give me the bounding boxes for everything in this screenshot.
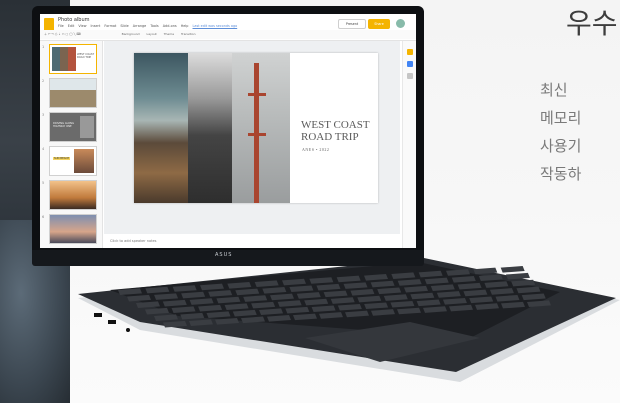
toolbar-background[interactable]: Background xyxy=(122,32,140,36)
laptop: ASUS Photo album File Edit View Insert F… xyxy=(0,0,620,403)
add-on-icon[interactable] xyxy=(407,73,413,79)
slide-canvas: WEST COAST ROAD TRIP ANES • 2022 xyxy=(104,41,400,234)
keyboard-key xyxy=(500,266,525,273)
slide-thumbnail-4[interactable]: SUN BEACH xyxy=(49,146,97,176)
slide-thumbnail-5[interactable] xyxy=(49,180,97,210)
menu-file[interactable]: File xyxy=(58,24,64,28)
thumb-number: 5 xyxy=(42,181,45,185)
thumb-number: 1 xyxy=(42,45,45,49)
menu-bar: File Edit View Insert Format Slide Arran… xyxy=(58,24,240,28)
thumb-number: 3 xyxy=(42,113,45,117)
tasks-icon[interactable] xyxy=(407,61,413,67)
side-panel-rail xyxy=(402,41,416,248)
slide-thumbnail-2[interactable] xyxy=(49,78,97,108)
speaker-notes[interactable]: Click to add speaker notes xyxy=(104,236,406,248)
toolbar-transition[interactable]: Transition xyxy=(181,32,196,36)
document-title[interactable]: Photo album xyxy=(58,17,90,23)
keyboard-key xyxy=(505,272,530,280)
thumb-number: 2 xyxy=(42,79,45,83)
photo-hiker xyxy=(188,53,232,203)
thumb-number: 6 xyxy=(42,215,45,219)
menu-slide[interactable]: Slide xyxy=(120,24,128,28)
slide-thumbnail-3[interactable]: DRIVING ALONG HIGHWAY ONE xyxy=(49,112,97,142)
toolbar: ＋ ↶ ↷ ⎙ ⇣ ▭ ▢ ◯ ╲ ⌨ Background Layout Th… xyxy=(40,30,416,39)
toolbar-icons[interactable]: ＋ ↶ ↷ ⎙ ⇣ ▭ ▢ ◯ ╲ ⌨ xyxy=(44,32,81,36)
photo-bridge xyxy=(232,53,290,203)
toolbar-theme[interactable]: Theme xyxy=(164,32,174,36)
menu-arrange[interactable]: Arrange xyxy=(133,24,147,28)
menu-insert[interactable]: Insert xyxy=(91,24,101,28)
slide-thumbnail-6[interactable] xyxy=(49,214,97,244)
thumb-number: 4 xyxy=(42,147,45,151)
avatar[interactable] xyxy=(396,19,405,28)
slide-title: WEST COAST ROAD TRIP xyxy=(301,119,370,143)
menu-tools[interactable]: Tools xyxy=(150,24,158,28)
last-edit-link[interactable]: Last edit was seconds ago xyxy=(193,24,238,28)
toolbar-layout[interactable]: Layout xyxy=(147,32,157,36)
menu-format[interactable]: Format xyxy=(104,24,116,28)
slide-filmstrip: 1 WEST COAST ROAD TRIP 2 3 DRIVING ALONG… xyxy=(40,41,103,248)
brand-logo: ASUS xyxy=(215,252,233,258)
share-button[interactable]: Share xyxy=(368,19,390,29)
photo-coast xyxy=(134,53,188,203)
laptop-display: Photo album File Edit View Insert Format… xyxy=(40,14,416,248)
menu-addons[interactable]: Add-ons xyxy=(163,24,177,28)
menu-view[interactable]: View xyxy=(78,24,86,28)
menu-edit[interactable]: Edit xyxy=(68,24,75,28)
slide[interactable]: WEST COAST ROAD TRIP ANES • 2022 xyxy=(134,53,378,203)
present-button[interactable]: Present xyxy=(338,19,366,29)
slide-thumbnail-1[interactable]: WEST COAST ROAD TRIP xyxy=(49,44,97,74)
slide-subtitle: ANES • 2022 xyxy=(302,147,330,152)
menu-help[interactable]: Help xyxy=(181,24,189,28)
keep-icon[interactable] xyxy=(407,49,413,55)
